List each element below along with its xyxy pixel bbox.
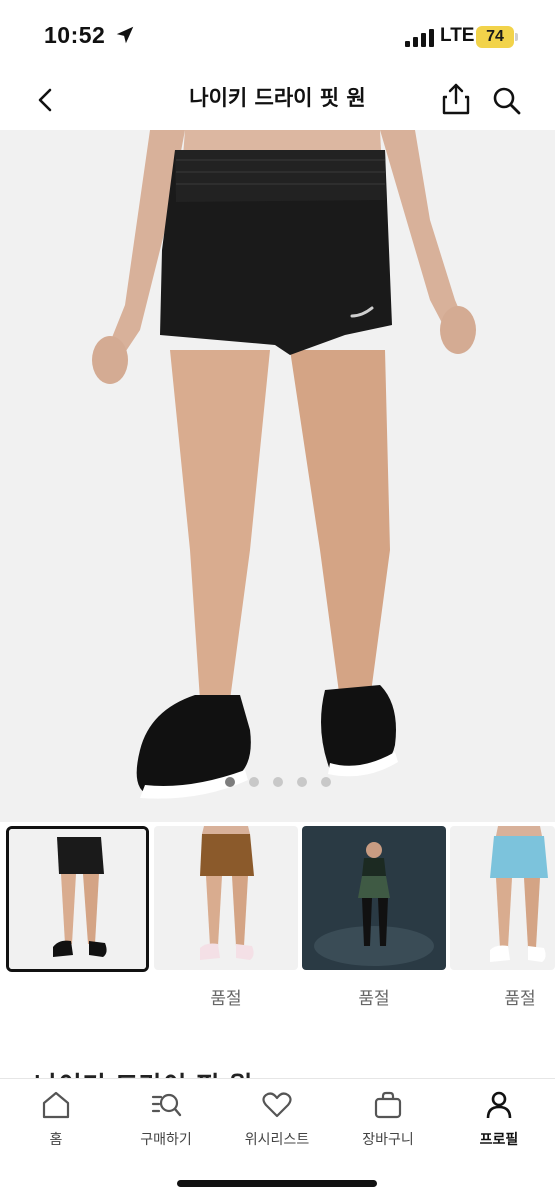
tab-wishlist[interactable]: 위시리스트 [222, 1089, 332, 1149]
thumbnail-image [450, 826, 555, 970]
status-time: 10:52 [44, 22, 106, 48]
battery-indicator: 74 [476, 26, 514, 48]
home-icon [42, 1091, 70, 1119]
product-photo [0, 130, 555, 822]
carousel-dot[interactable] [320, 777, 331, 787]
carousel-dot[interactable] [272, 777, 283, 787]
tab-profile[interactable]: 프로필 [444, 1089, 554, 1149]
person-icon [486, 1091, 512, 1119]
tab-label: 장바구니 [362, 1132, 414, 1148]
color-thumbnail-brown[interactable] [154, 826, 298, 970]
color-thumbnail-blue[interactable] [450, 826, 555, 970]
carousel-dot[interactable] [248, 777, 259, 787]
color-thumbnail-black[interactable] [6, 826, 149, 972]
share-icon[interactable] [440, 82, 472, 116]
status-bar: 10:52 LTE 74 [0, 0, 555, 72]
carousel-page-indicator[interactable] [0, 777, 555, 789]
soldout-label: 품절 [504, 989, 536, 1009]
tab-label: 홈 [49, 1132, 63, 1148]
color-thumbnail-green[interactable] [302, 826, 446, 970]
tab-buy[interactable]: 구매하기 [111, 1089, 221, 1149]
tab-label: 구매하기 [140, 1132, 192, 1148]
cellular-signal-icon [405, 29, 434, 47]
navigation-bar: 나이키 드라이 핏 원 [0, 72, 555, 130]
heart-icon [262, 1092, 292, 1118]
color-options: 품절 품절 품절 [0, 826, 555, 1026]
home-indicator[interactable] [177, 1180, 377, 1187]
tab-home[interactable]: 홈 [1, 1089, 111, 1149]
soldout-label: 품절 [358, 989, 390, 1009]
thumbnail-image [154, 826, 298, 970]
bag-icon [374, 1091, 402, 1119]
battery-tip [515, 33, 518, 41]
location-arrow-icon [116, 26, 134, 44]
thumbnail-image [9, 829, 146, 969]
tab-label: 위시리스트 [244, 1132, 310, 1148]
soldout-label: 품절 [210, 989, 242, 1009]
search-icon[interactable] [490, 84, 522, 116]
tab-label: 프로필 [479, 1132, 519, 1148]
thumbnail-image [302, 826, 446, 970]
tab-cart[interactable]: 장바구니 [333, 1089, 443, 1149]
product-image-carousel[interactable] [0, 130, 555, 822]
carousel-dot[interactable] [296, 777, 307, 787]
carousel-dot[interactable] [224, 777, 235, 787]
search-list-icon [151, 1093, 182, 1117]
network-type: LTE [440, 25, 475, 46]
